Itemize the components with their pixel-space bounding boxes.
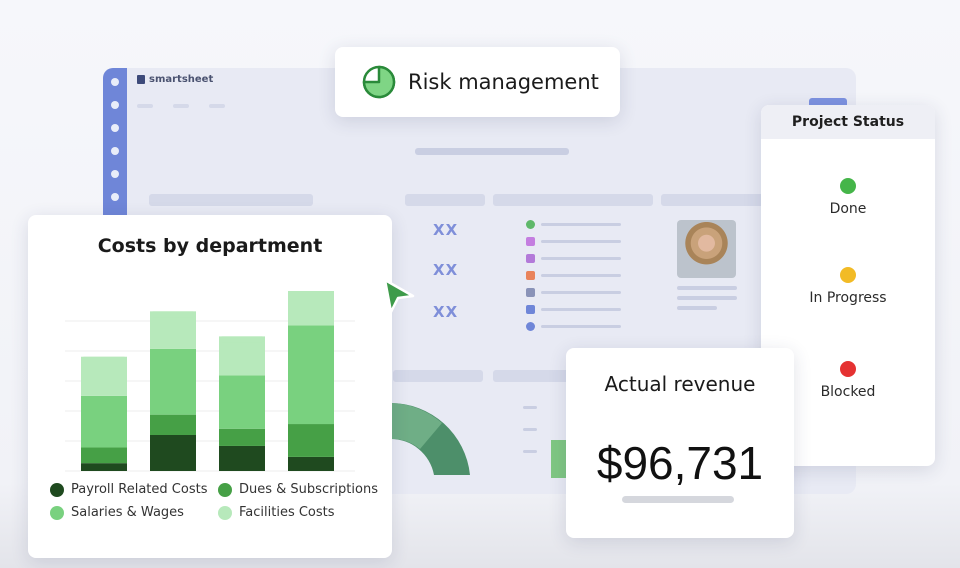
legend-item-salaries: Salaries & Wages <box>50 505 184 520</box>
legend-label: Dues & Subscriptions <box>239 482 378 497</box>
briefcase-icon <box>526 305 535 314</box>
bar-segment-payroll-related-costs <box>288 456 334 471</box>
axis-tick <box>523 428 537 431</box>
column-header <box>149 194 313 206</box>
status-item-in-progress: In Progress <box>761 267 935 306</box>
avatar-caption <box>677 286 737 290</box>
status-label: In Progress <box>809 290 887 306</box>
pie-icon <box>526 220 535 229</box>
home-icon[interactable] <box>111 78 119 86</box>
folder-icon <box>526 288 535 297</box>
revenue-underline <box>622 496 734 503</box>
column-header <box>405 194 485 206</box>
avatar-caption <box>677 296 737 300</box>
revenue-title: Actual revenue <box>604 372 756 396</box>
list-item <box>541 257 621 260</box>
legend-item-payroll: Payroll Related Costs <box>50 482 207 497</box>
costs-by-department-card: Costs by department Payroll Related Cost… <box>28 215 392 558</box>
folder-icon[interactable] <box>111 147 119 155</box>
bell-icon[interactable] <box>111 101 119 109</box>
bar-segment-salaries-wages <box>288 325 334 425</box>
status-card-title: Project Status <box>761 105 935 139</box>
toolbar-placeholder <box>137 104 153 108</box>
bar-segment-dues-subscriptions <box>288 424 334 457</box>
star-icon[interactable] <box>111 193 119 201</box>
legend-item-dues: Dues & Subscriptions <box>218 482 378 497</box>
bar-cap <box>81 356 127 363</box>
risk-card-title: Risk management <box>408 70 599 94</box>
bar-segment-payroll-related-costs <box>150 435 196 471</box>
legend-item-facilities: Facilities Costs <box>218 505 335 520</box>
list-item <box>541 308 621 311</box>
bar-segment-dues-subscriptions <box>150 414 196 435</box>
bar-cap <box>288 291 334 297</box>
legend-label: Facilities Costs <box>239 505 335 520</box>
status-dot-red <box>840 361 856 377</box>
status-dot-green <box>840 178 856 194</box>
bar-segment-payroll-related-costs <box>81 463 127 471</box>
status-label: Blocked <box>820 384 876 400</box>
legend-swatch <box>218 482 232 497</box>
list-item <box>541 223 621 226</box>
widget-header <box>393 370 483 382</box>
bar-segment-payroll-related-costs <box>219 445 265 471</box>
form-icon <box>526 271 535 280</box>
bar-segment-dues-subscriptions <box>81 447 127 464</box>
smartsheet-logo-icon <box>137 75 145 84</box>
bar-segment-salaries-wages <box>219 375 265 429</box>
app-brand[interactable]: smartsheet <box>137 74 213 85</box>
list-item <box>541 274 621 277</box>
document-icon <box>526 237 535 246</box>
bar-segment-salaries-wages <box>150 348 196 415</box>
mini-bar <box>551 440 567 478</box>
status-label: Done <box>829 201 867 217</box>
list-item <box>541 240 621 243</box>
cursor-arrow-icon <box>383 278 415 314</box>
axis-tick <box>523 450 537 453</box>
status-item-done: Done <box>761 178 935 217</box>
legend-label: Salaries & Wages <box>71 505 184 520</box>
chart-title: Costs by department <box>97 235 323 257</box>
costs-bar-chart <box>65 291 355 472</box>
risk-management-card[interactable]: Risk management <box>335 47 620 117</box>
list-item <box>541 325 621 328</box>
brand-name: smartsheet <box>149 74 214 85</box>
placeholder-value: XX <box>433 303 459 321</box>
donut-chart <box>390 403 470 475</box>
actual-revenue-card: Actual revenue $96,731 <box>566 348 794 538</box>
bar-cap <box>219 336 265 343</box>
status-dot-yellow <box>840 267 856 283</box>
search-icon[interactable] <box>111 124 119 132</box>
toolbar-placeholder <box>209 104 225 108</box>
list-item <box>541 291 621 294</box>
legend-label: Payroll Related Costs <box>71 482 208 497</box>
legend-swatch <box>50 482 64 497</box>
placeholder-value: XX <box>433 221 459 239</box>
bar-cap <box>150 311 196 318</box>
legend-swatch <box>50 505 64 520</box>
clipboard-icon <box>526 254 535 263</box>
axis-tick <box>523 406 537 409</box>
placeholder-value: XX <box>433 261 459 279</box>
revenue-value: $96,731 <box>596 437 764 489</box>
plus-icon <box>526 322 535 331</box>
avatar-caption <box>677 306 717 310</box>
page-title-placeholder <box>415 148 569 155</box>
bar-segment-dues-subscriptions <box>219 428 265 446</box>
legend-swatch <box>218 505 232 520</box>
bar-segment-salaries-wages <box>81 395 127 448</box>
pie-chart-icon <box>362 65 396 99</box>
widget-header <box>493 370 573 382</box>
user-avatar-photo <box>677 220 736 278</box>
toolbar-placeholder <box>173 104 189 108</box>
column-header <box>493 194 653 206</box>
clock-icon[interactable] <box>111 170 119 178</box>
